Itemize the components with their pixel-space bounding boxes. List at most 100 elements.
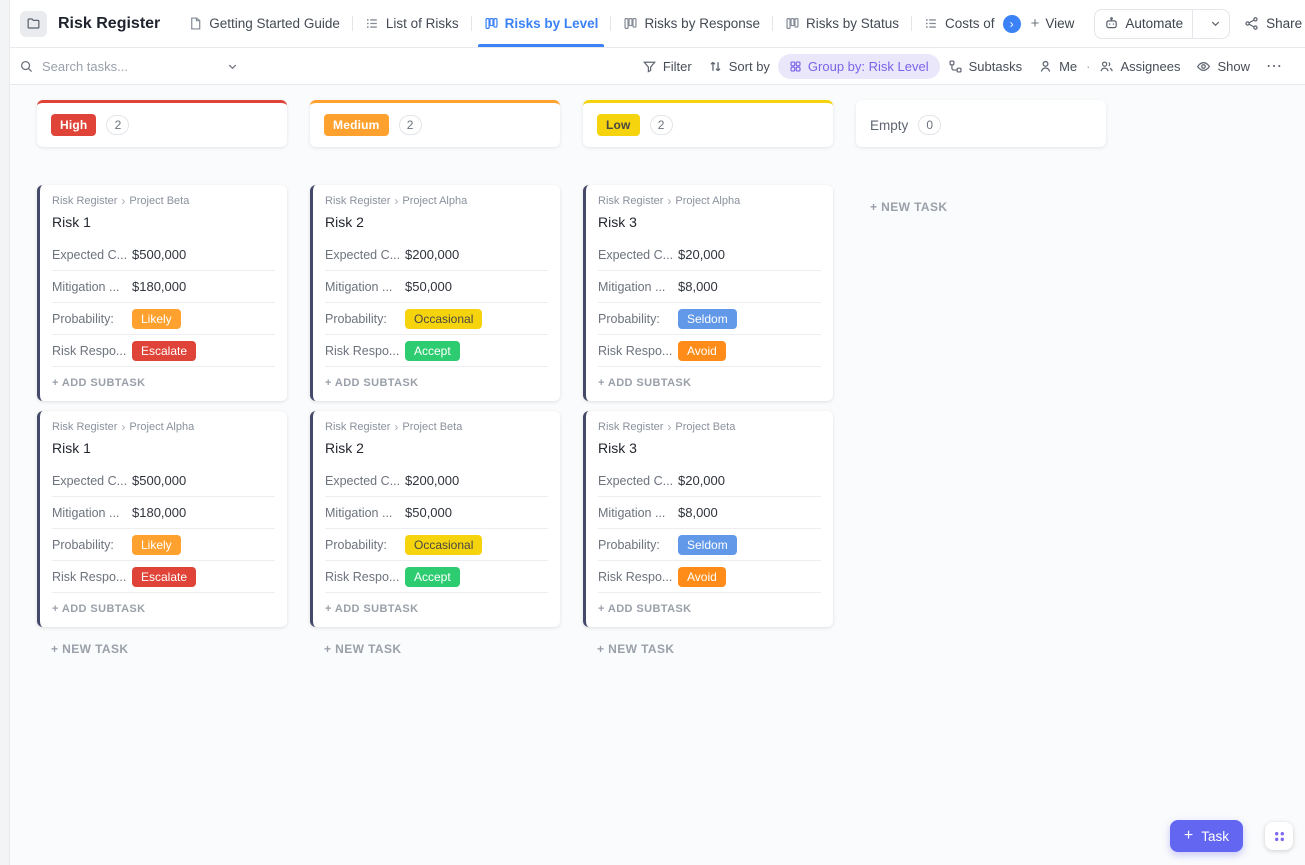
- field-value-badge[interactable]: Escalate: [132, 341, 196, 361]
- chevron-down-icon[interactable]: [226, 60, 239, 73]
- more-options-button[interactable]: ⋯: [1258, 54, 1291, 78]
- assignees-button[interactable]: Assignees: [1091, 54, 1188, 79]
- breadcrumb: Risk Register›Project Alpha: [598, 195, 821, 207]
- automate-button[interactable]: Automate: [1094, 9, 1230, 39]
- breadcrumb-project: Project Beta: [129, 195, 189, 207]
- task-title: Risk 2: [325, 440, 548, 456]
- column-header-medium[interactable]: Medium2: [310, 100, 560, 147]
- field-value-badge[interactable]: Escalate: [132, 567, 196, 587]
- board-icon: [785, 16, 800, 31]
- field-value[interactable]: $200,000: [405, 473, 459, 488]
- tab-label: Getting Started Guide: [209, 16, 340, 31]
- field-value-badge[interactable]: Occasional: [405, 309, 482, 329]
- field-value-badge[interactable]: Likely: [132, 535, 181, 555]
- field-value-badge[interactable]: Seldom: [678, 309, 737, 329]
- tab-list-of-risks[interactable]: List of Risks: [353, 0, 471, 47]
- group-by-button[interactable]: Group by: Risk Level: [778, 54, 940, 79]
- show-button[interactable]: Show: [1188, 54, 1258, 79]
- new-task-button[interactable]: + NEW TASK: [870, 200, 1106, 214]
- risk-level-badge: Low: [597, 114, 640, 136]
- new-task-floating-button[interactable]: + Task: [1170, 820, 1243, 852]
- add-subtask-button[interactable]: + ADD SUBTASK: [325, 367, 548, 395]
- field-value[interactable]: $500,000: [132, 473, 186, 488]
- app-window: Risk Register Getting Started Guide List …: [0, 0, 1305, 865]
- column-header-high[interactable]: High2: [37, 100, 287, 147]
- filter-icon: [642, 59, 657, 74]
- add-subtask-button[interactable]: + ADD SUBTASK: [52, 593, 275, 621]
- collapsed-sidebar-strip[interactable]: [0, 0, 10, 865]
- field-label: Risk Respo...: [52, 570, 132, 584]
- task-card[interactable]: Risk Register›Project AlphaRisk 1Expecte…: [37, 411, 287, 627]
- task-card[interactable]: Risk Register›Project BetaRisk 3Expected…: [583, 411, 833, 627]
- field-value[interactable]: $50,000: [405, 505, 452, 520]
- task-card[interactable]: Risk Register›Project AlphaRisk 2Expecte…: [310, 185, 560, 401]
- field-value-badge[interactable]: Avoid: [678, 341, 726, 361]
- field-value-badge[interactable]: Likely: [132, 309, 181, 329]
- task-card[interactable]: Risk Register›Project AlphaRisk 3Expecte…: [583, 185, 833, 401]
- search-input[interactable]: [42, 59, 218, 74]
- field-value-badge[interactable]: Occasional: [405, 535, 482, 555]
- tab-risks-by-level[interactable]: Risks by Level: [472, 0, 611, 47]
- add-subtask-button[interactable]: + ADD SUBTASK: [52, 367, 275, 395]
- field-value-badge[interactable]: Seldom: [678, 535, 737, 555]
- tab-getting-started-guide[interactable]: Getting Started Guide: [176, 0, 352, 47]
- field-value[interactable]: $20,000: [678, 473, 725, 488]
- field-value-badge[interactable]: Avoid: [678, 567, 726, 587]
- new-task-button[interactable]: + NEW TASK: [51, 642, 287, 656]
- tab-label: Costs of: [945, 16, 995, 31]
- tab-risks-by-response[interactable]: Risks by Response: [611, 0, 772, 47]
- tab-costs-of[interactable]: Costs of: [912, 0, 1007, 47]
- field-label: Risk Respo...: [598, 570, 678, 584]
- field-label: Risk Respo...: [325, 570, 405, 584]
- field-row: Mitigation ...$50,000: [325, 497, 548, 529]
- task-card[interactable]: Risk Register›Project BetaRisk 2Expected…: [310, 411, 560, 627]
- app-grid-button[interactable]: [1265, 822, 1293, 850]
- field-row: Expected C...$500,000: [52, 465, 275, 497]
- me-filter-button[interactable]: Me: [1030, 54, 1085, 79]
- field-row: Probability:Occasional: [325, 303, 548, 335]
- field-row: Mitigation ...$180,000: [52, 271, 275, 303]
- subtasks-label: Subtasks: [969, 59, 1022, 74]
- field-label: Probability:: [52, 312, 132, 326]
- view-tabs: Getting Started GuideList of RisksRisks …: [176, 0, 1020, 47]
- add-subtask-button[interactable]: + ADD SUBTASK: [325, 593, 548, 621]
- tab-risks-by-status[interactable]: Risks by Status: [773, 0, 911, 47]
- field-row: Risk Respo...Avoid: [598, 561, 821, 593]
- add-subtask-button[interactable]: + ADD SUBTASK: [598, 367, 821, 395]
- field-value[interactable]: $50,000: [405, 279, 452, 294]
- chevron-down-icon: [1200, 17, 1222, 30]
- task-count-badge: 2: [650, 115, 673, 135]
- column-header-empty[interactable]: Empty0: [856, 100, 1106, 147]
- column-medium: Medium2 Risk Register›Project AlphaRisk 2…: [310, 100, 560, 656]
- field-value[interactable]: $8,000: [678, 505, 718, 520]
- field-value[interactable]: $20,000: [678, 247, 725, 262]
- automate-dropdown-button[interactable]: [1192, 10, 1229, 38]
- field-value[interactable]: $8,000: [678, 279, 718, 294]
- new-task-button[interactable]: + NEW TASK: [324, 642, 560, 656]
- field-value[interactable]: $180,000: [132, 279, 186, 294]
- field-value-badge[interactable]: Accept: [405, 341, 460, 361]
- filter-button[interactable]: Filter: [634, 54, 700, 79]
- add-view-button[interactable]: + View: [1021, 10, 1085, 37]
- task-title: Risk 1: [52, 440, 275, 456]
- field-value-badge[interactable]: Accept: [405, 567, 460, 587]
- breadcrumb-project: Project Beta: [675, 421, 735, 433]
- breadcrumb-root: Risk Register: [52, 421, 117, 433]
- field-label: Expected C...: [325, 248, 405, 262]
- column-header-low[interactable]: Low 2: [583, 100, 833, 147]
- share-button[interactable]: Share: [1244, 16, 1302, 31]
- field-label: Mitigation ...: [52, 280, 132, 294]
- new-task-button[interactable]: + NEW TASK: [597, 642, 833, 656]
- breadcrumb-project: Project Beta: [402, 421, 462, 433]
- breadcrumb-root: Risk Register: [52, 195, 117, 207]
- field-value[interactable]: $500,000: [132, 247, 186, 262]
- field-value[interactable]: $200,000: [405, 247, 459, 262]
- kanban-board: High2 Risk Register›Project BetaRisk 1Exp…: [10, 85, 1305, 865]
- sort-button[interactable]: Sort by: [700, 54, 778, 79]
- field-value[interactable]: $180,000: [132, 505, 186, 520]
- task-card[interactable]: Risk Register›Project BetaRisk 1Expected…: [37, 185, 287, 401]
- cards-list: Risk Register›Project BetaRisk 1Expected…: [37, 185, 287, 627]
- folder-icon[interactable]: [20, 11, 47, 37]
- add-subtask-button[interactable]: + ADD SUBTASK: [598, 593, 821, 621]
- subtasks-button[interactable]: Subtasks: [940, 54, 1030, 79]
